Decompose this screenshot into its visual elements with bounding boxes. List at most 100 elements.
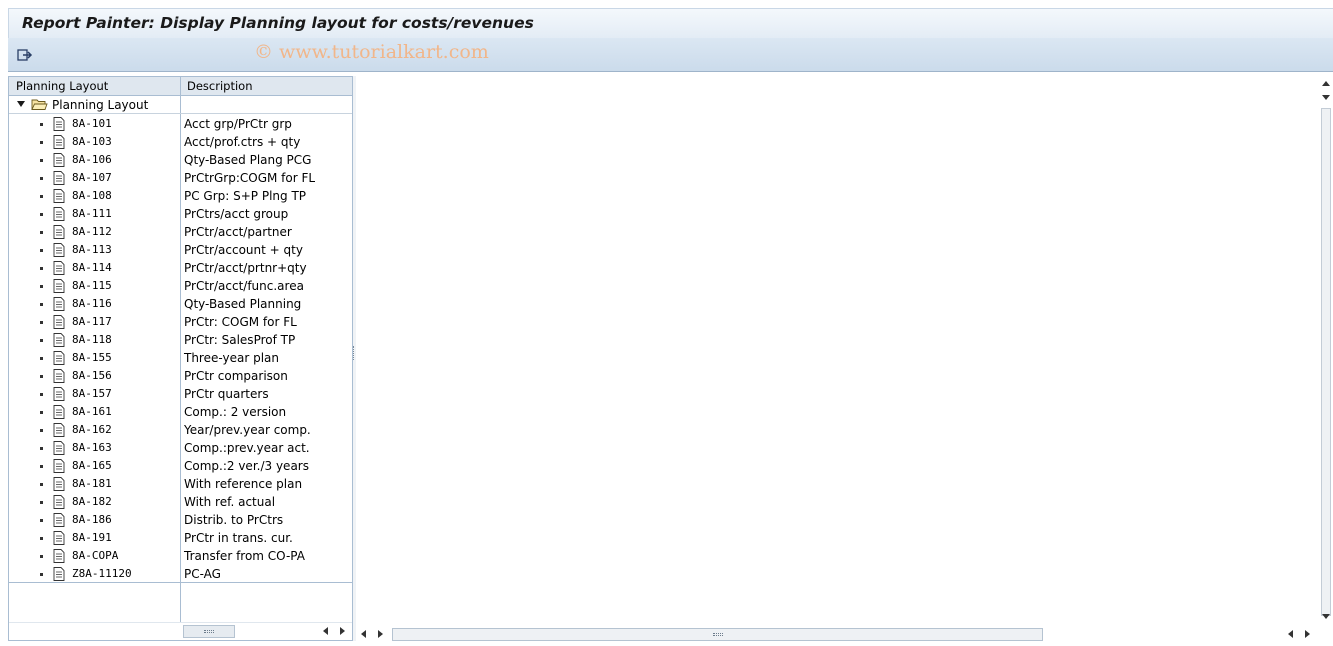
title-bar: Report Painter: Display Planning layout …: [8, 8, 1333, 38]
bullet-icon: [40, 555, 43, 558]
document-icon: [53, 459, 65, 473]
tree-row[interactable]: 8A-118 PrCtr: SalesProf TP: [9, 331, 352, 349]
layout-description: PrCtr: SalesProf TP: [184, 333, 296, 347]
main-scroll-left-end-button[interactable]: [1286, 628, 1296, 640]
layout-code: 8A-118: [72, 333, 112, 346]
layout-code: 8A-112: [72, 225, 112, 238]
layout-description: PrCtrs/acct group: [184, 207, 289, 221]
document-icon: [53, 261, 65, 275]
bullet-icon: [40, 501, 43, 504]
tree-row[interactable]: 8A-107 PrCtrGrp:COGM for FL: [9, 169, 352, 187]
document-icon: [53, 405, 65, 419]
tree-row[interactable]: Z8A-11120 PC-AG: [9, 565, 352, 583]
document-icon: [53, 315, 65, 329]
bullet-icon: [40, 213, 43, 216]
tree-row[interactable]: 8A-181 With reference plan: [9, 475, 352, 493]
tree-row[interactable]: 8A-165 Comp.:2 ver./3 years: [9, 457, 352, 475]
layout-code: 8A-106: [72, 153, 112, 166]
main-scroll-right-end-button[interactable]: [1302, 628, 1312, 640]
main-scroll-right-button[interactable]: [375, 628, 385, 640]
bullet-icon: [40, 519, 43, 522]
main-horizontal-scrollbar[interactable]: [356, 626, 1333, 642]
watermark-text: © www.tutorialkart.com: [254, 41, 489, 63]
document-icon: [53, 549, 65, 563]
layout-description: Acct/prof.ctrs + qty: [184, 135, 301, 149]
grip-icon: [204, 630, 214, 633]
application-toolbar: © www.tutorialkart.com: [8, 38, 1333, 72]
bullet-icon: [40, 411, 43, 414]
arrow-down-icon: [1322, 614, 1330, 619]
bullet-icon: [40, 537, 43, 540]
layout-description: PC Grp: S+P Plng TP: [184, 189, 307, 203]
document-icon: [53, 189, 65, 203]
layout-code: 8A-191: [72, 531, 112, 544]
layout-code: 8A-157: [72, 387, 112, 400]
layout-description: PC-AG: [184, 567, 221, 581]
tree-row[interactable]: 8A-157 PrCtr quarters: [9, 385, 352, 403]
tree-row[interactable]: 8A-161 Comp.: 2 version: [9, 403, 352, 421]
document-icon: [53, 135, 65, 149]
bullet-icon: [40, 123, 43, 126]
bullet-icon: [40, 447, 43, 450]
tree-scroll-thumb[interactable]: [183, 625, 235, 638]
vertical-scroll-thumb[interactable]: [1321, 108, 1331, 616]
column-header-description[interactable]: Description: [187, 79, 253, 93]
tree-row[interactable]: 8A-115 PrCtr/acct/func.area: [9, 277, 352, 295]
tree-row[interactable]: 8A-103 Acct/prof.ctrs + qty: [9, 133, 352, 151]
document-icon: [53, 369, 65, 383]
tree-row[interactable]: 8A-156 PrCtr comparison: [9, 367, 352, 385]
tree-row[interactable]: 8A-182 With ref. actual: [9, 493, 352, 511]
layout-code: 8A-155: [72, 351, 112, 364]
document-icon: [53, 477, 65, 491]
tree-row[interactable]: 8A-191 PrCtr in trans. cur.: [9, 529, 352, 547]
layout-code: 8A-114: [72, 261, 112, 274]
column-header-planning-layout[interactable]: Planning Layout: [16, 79, 108, 93]
tree-row[interactable]: 8A-111 PrCtrs/acct group: [9, 205, 352, 223]
scroll-right-button[interactable]: [337, 625, 347, 637]
grip-icon: [712, 633, 723, 636]
bullet-icon: [40, 177, 43, 180]
layout-description: Three-year plan: [184, 351, 279, 365]
collapse-triangle-icon[interactable]: [17, 101, 25, 107]
bullet-icon: [40, 249, 43, 252]
layout-code: 8A-103: [72, 135, 112, 148]
scroll-down-button[interactable]: [1321, 92, 1331, 104]
tree-row[interactable]: 8A-113 PrCtr/account + qty: [9, 241, 352, 259]
tree-row[interactable]: 8A-COPA Transfer from CO-PA: [9, 547, 352, 565]
bullet-icon: [40, 267, 43, 270]
tree-row[interactable]: 8A-108 PC Grp: S+P Plng TP: [9, 187, 352, 205]
tree-row[interactable]: 8A-162 Year/prev.year comp.: [9, 421, 352, 439]
tree-row[interactable]: 8A-155 Three-year plan: [9, 349, 352, 367]
main-horizontal-thumb[interactable]: [392, 628, 1043, 641]
tree-row[interactable]: 8A-186 Distrib. to PrCtrs: [9, 511, 352, 529]
layout-code: 8A-108: [72, 189, 112, 202]
layout-description: Transfer from CO-PA: [184, 549, 305, 563]
bullet-icon: [40, 429, 43, 432]
layout-description: Comp.: 2 version: [184, 405, 287, 419]
layout-code: 8A-161: [72, 405, 112, 418]
tree-row[interactable]: 8A-114 PrCtr/acct/prtnr+qty: [9, 259, 352, 277]
window-title: Report Painter: Display Planning layout …: [22, 14, 534, 32]
layout-code: 8A-101: [72, 117, 112, 130]
execute-arrow-icon[interactable]: [17, 46, 35, 64]
tree-row[interactable]: 8A-163 Comp.:prev.year act.: [9, 439, 352, 457]
arrow-right-icon: [1305, 630, 1310, 638]
tree-row[interactable]: 8A-112 PrCtr/acct/partner: [9, 223, 352, 241]
layout-description: PrCtr/account + qty: [184, 243, 303, 257]
scroll-left-button[interactable]: [321, 625, 331, 637]
document-icon: [53, 423, 65, 437]
main-scroll-left-button[interactable]: [359, 628, 369, 640]
layout-description: PrCtr: COGM for FL: [184, 315, 297, 329]
tree-root-node[interactable]: Planning Layout: [9, 96, 352, 114]
tree-footer-divider: [9, 582, 352, 583]
tree-row[interactable]: 8A-117 PrCtr: COGM for FL: [9, 313, 352, 331]
tree-horizontal-scrollbar[interactable]: [9, 622, 352, 640]
tree-row[interactable]: 8A-101 Acct grp/PrCtr grp: [9, 115, 352, 133]
scroll-up-button[interactable]: [1321, 78, 1331, 90]
layout-code: 8A-116: [72, 297, 112, 310]
tree-row[interactable]: 8A-106 Qty-Based Plang PCG: [9, 151, 352, 169]
layout-description: With ref. actual: [184, 495, 276, 509]
scroll-down-bottom-button[interactable]: [1321, 611, 1331, 623]
tree-row[interactable]: 8A-116 Qty-Based Planning: [9, 295, 352, 313]
main-vertical-scrollbar[interactable]: [1319, 76, 1333, 626]
